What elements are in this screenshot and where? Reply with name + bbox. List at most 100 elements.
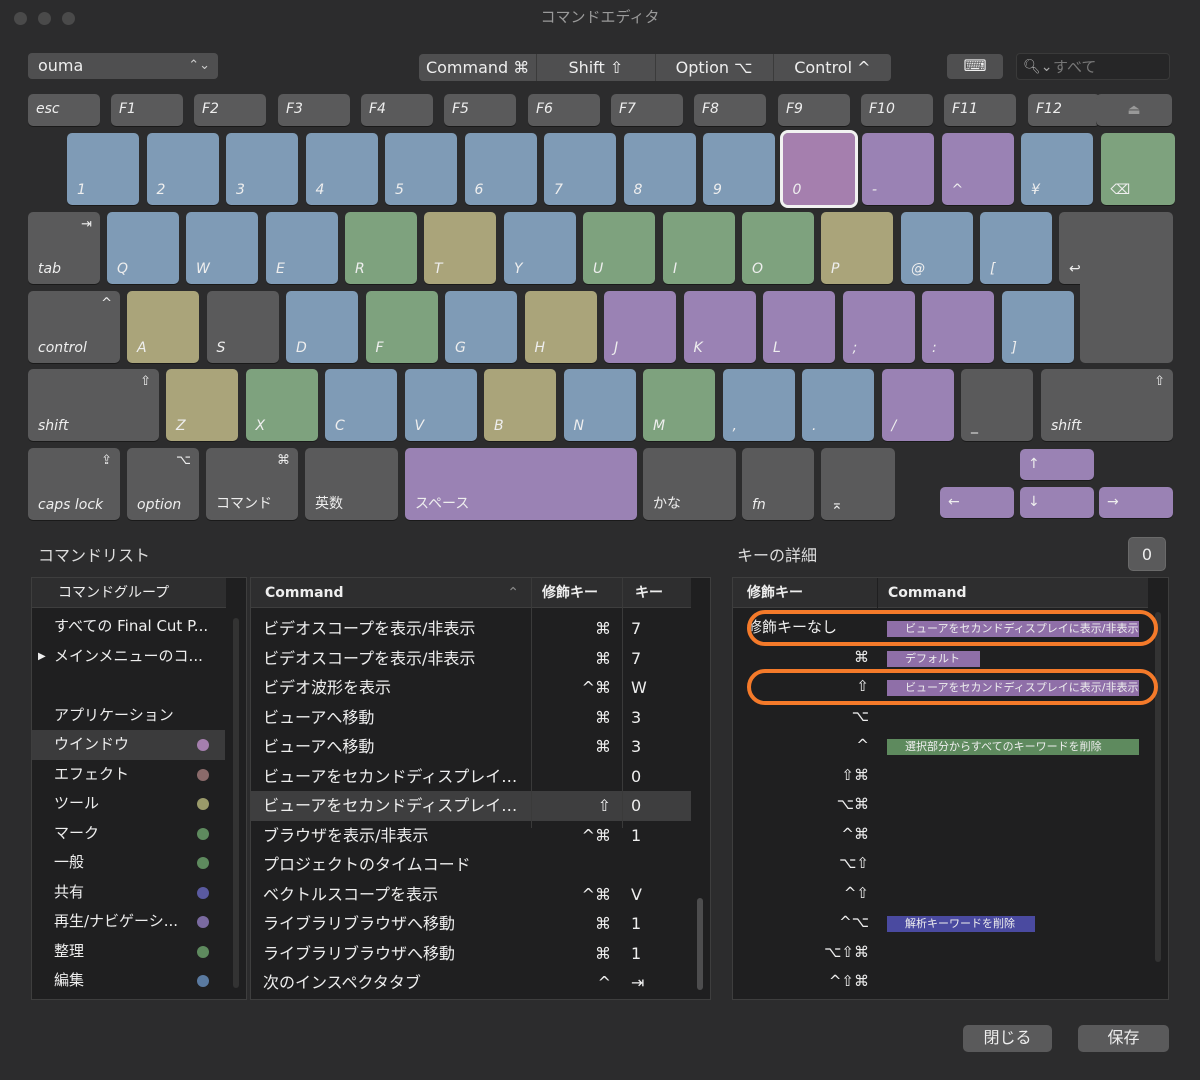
command-group-item[interactable]: エフェクト [32,760,225,790]
key-.[interactable]: . [802,369,874,441]
close-button[interactable]: 閉じる [963,1025,1052,1052]
key-detail-row[interactable]: ^⌥ 解析キーワードを削除 [733,908,1155,938]
key-control[interactable]: control ^ [28,291,120,363]
command-group-item[interactable]: マーク [32,819,225,849]
command-table-scrollbar[interactable] [697,898,703,990]
key-detail-row[interactable]: ⇧⌘ [733,761,1155,791]
command-row[interactable]: 次のインスペクタタブ ^ ⇥ [251,968,691,998]
fkey-F5[interactable]: F5 [444,94,516,126]
command-row[interactable]: ビューアへ移動 ⌘ 3 [251,732,691,762]
modifier-command-button[interactable]: Command ⌘ [419,54,538,81]
close-window-button[interactable] [14,12,27,25]
command-row[interactable]: ビューアへ移動 ⌘ 3 [251,703,691,733]
return-key-lower[interactable] [1080,270,1173,363]
key-1[interactable]: 1 [67,133,139,205]
key-T[interactable]: T [424,212,496,284]
command-row[interactable]: ブラウザを表示/非表示 ^⌘ 1 [251,821,691,851]
key-I[interactable]: I [663,212,735,284]
key-;[interactable]: ; [842,291,915,363]
fkey-F9[interactable]: F9 [778,94,850,126]
command-column-header[interactable]: Command ⌃ [251,578,531,608]
fkey-F1[interactable]: F1 [111,94,183,126]
arrow-right-key[interactable]: → [1099,487,1173,518]
fkey-F11[interactable]: F11 [944,94,1016,126]
assigned-command-tag[interactable]: 解析キーワードを削除 [887,916,1035,932]
key-detail-row[interactable]: ⌥ [733,702,1155,732]
key-G[interactable]: G [445,291,517,363]
key-W[interactable]: W [186,212,258,284]
fkey-esc[interactable]: esc [28,94,100,126]
minimize-window-button[interactable] [38,12,51,25]
key-9[interactable]: 9 [703,133,775,205]
key-H[interactable]: H [524,291,597,363]
command-row[interactable]: ライブラリブラウザへ移動 ⌘ 1 [251,939,691,969]
command-group-item[interactable]: 整理 [32,937,225,967]
fkey-F8[interactable]: F8 [694,94,766,126]
command-row[interactable]: ライブラリブラウザへ移動 ⌘ 1 [251,909,691,939]
detail-scrollbar[interactable] [1155,612,1161,962]
key-[[interactable]: [ [980,212,1052,284]
key-C[interactable]: C [325,369,397,441]
key-M[interactable]: M [643,369,715,441]
key-tab[interactable]: tab ⇥ [28,212,100,284]
key-6[interactable]: 6 [464,133,537,205]
key-detail-row[interactable]: ^⌘ [733,820,1155,850]
assigned-command-tag[interactable]: デフォルト [887,650,980,667]
save-button[interactable]: 保存 [1078,1025,1169,1052]
fkey-F10[interactable]: F10 [861,94,933,126]
search-field[interactable]: 🔍︎⌄ すべて [1016,53,1170,80]
key-R[interactable]: R [345,212,417,284]
key-英数[interactable]: 英数 [305,448,398,520]
modifier-column-header[interactable]: 修飾キー [532,578,622,608]
key-Q[interactable]: Q [107,212,179,284]
command-row[interactable]: ビューアをセカンドディスプレイ… ⇧ 0 [251,791,691,821]
arrow-down-key[interactable]: ↓ [1020,487,1094,518]
key-コマンド[interactable]: コマンド ⌘ [206,448,298,520]
key-2[interactable]: 2 [146,133,219,205]
command-row[interactable]: ビューアをセカンドディスプレイ… 0 [251,762,691,792]
key-7[interactable]: 7 [544,133,616,205]
key--[interactable]: - [862,133,934,205]
key-^[interactable]: ^ [941,133,1014,205]
key-O[interactable]: O [742,212,814,284]
key-L[interactable]: L [763,291,835,363]
key-,[interactable]: , [722,369,795,441]
key-/[interactable]: / [881,369,954,441]
key-@[interactable]: @ [901,212,973,284]
key-⌅[interactable]: ⌅ [821,448,895,520]
key-S[interactable]: S [206,291,279,363]
key-detail-row[interactable]: ^⇧⌘ [733,967,1155,997]
key-:[interactable]: : [922,291,994,363]
command-group-item[interactable]: すべての Final Cut P... [32,612,225,642]
key-P[interactable]: P [821,212,893,284]
disclosure-triangle-icon[interactable]: ▶ [38,642,46,672]
key-4[interactable]: 4 [305,133,378,205]
command-group-item[interactable]: 共有 [32,878,225,908]
fkey-F4[interactable]: F4 [361,94,433,126]
key-⌫[interactable]: ⌫ [1100,133,1175,205]
command-row[interactable]: ビデオスコープを表示/非表示 ⌘ 7 [251,614,691,644]
key-3[interactable]: 3 [226,133,298,205]
command-group-item[interactable]: ウインドウ [32,730,225,760]
key-detail-row[interactable]: ⌥⌘ [733,790,1155,820]
fkey-F2[interactable]: F2 [194,94,266,126]
key-A[interactable]: A [127,291,199,363]
key-J[interactable]: J [604,291,676,363]
arrow-up-key[interactable]: ↑ [1020,449,1094,480]
command-group-item[interactable]: アプリケーション [32,701,225,731]
key-detail-row[interactable]: ⌘ デフォルト [733,643,1155,673]
key-B[interactable]: B [484,369,556,441]
command-row[interactable]: ビデオスコープを表示/非表示 ⌘ 7 [251,644,691,674]
command-group-item[interactable]: 再生/ナビゲーシ... [32,907,225,937]
command-row[interactable]: ベクトルスコープを表示 ^⌘ V [251,880,691,910]
key-detail-row[interactable]: ^ 選択部分からすべてのキーワードを削除 [733,731,1155,761]
fkey-⏏[interactable]: ⏏ [1096,94,1172,126]
assigned-command-tag[interactable]: 選択部分からすべてのキーワードを削除 [887,739,1139,755]
key-shift[interactable]: shift ⇧ [28,369,159,441]
key-8[interactable]: 8 [623,133,696,205]
command-group-item[interactable]: 編集 [32,966,225,996]
command-group-item[interactable]: ツール [32,789,225,819]
key-caps-lock[interactable]: caps lock ⇪ [28,448,120,520]
fkey-F3[interactable]: F3 [278,94,350,126]
key-V[interactable]: V [404,369,477,441]
